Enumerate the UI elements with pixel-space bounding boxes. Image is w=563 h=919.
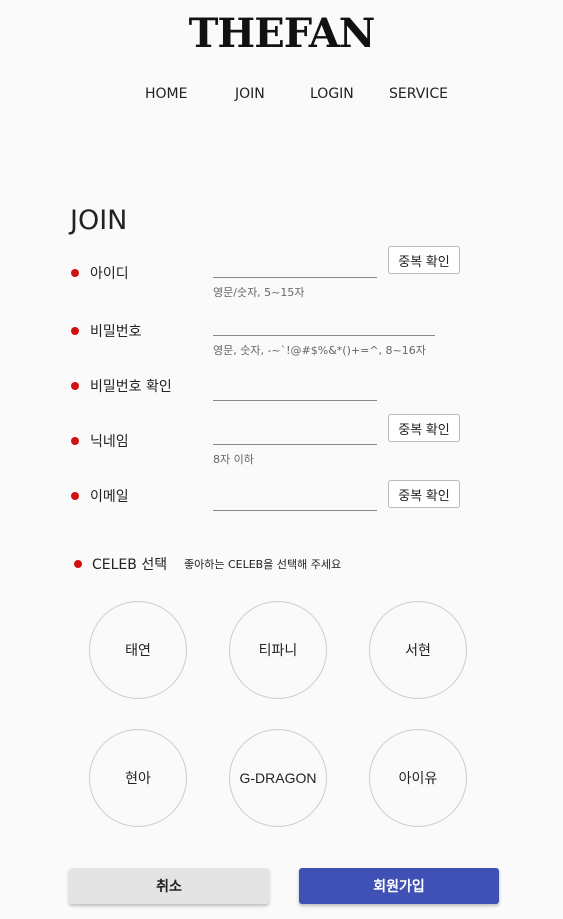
id-hint: 영문/숫자, 5~15자 xyxy=(213,286,305,299)
nav-service[interactable]: SERVICE xyxy=(389,86,448,102)
password-hint: 영문, 숫자, -~`!@#$%&*()+=^, 8~16자 xyxy=(213,344,426,357)
required-dot xyxy=(71,269,79,277)
cancel-button[interactable]: 취소 xyxy=(69,868,269,904)
password-confirm-label: 비밀번호 확인 xyxy=(90,379,172,395)
required-dot xyxy=(71,437,79,445)
required-dot xyxy=(71,492,79,500)
password-confirm-input[interactable] xyxy=(213,380,377,401)
nav-join[interactable]: JOIN xyxy=(235,86,265,102)
email-check-button[interactable]: 중복 확인 xyxy=(388,480,460,508)
main-nav: HOME JOIN LOGIN SERVICE xyxy=(0,86,563,106)
nickname-input[interactable] xyxy=(213,424,377,445)
email-label: 이메일 xyxy=(90,489,129,505)
nickname-check-button[interactable]: 중복 확인 xyxy=(388,414,460,442)
nickname-hint: 8자 이하 xyxy=(213,453,254,466)
brand-logo[interactable]: THEFAN xyxy=(0,10,563,57)
signup-button[interactable]: 회원가입 xyxy=(299,868,499,904)
celeb-subtitle: 좋아하는 CELEB을 선택해 주세요 xyxy=(184,558,342,571)
celeb-option[interactable]: 현아 xyxy=(89,729,187,827)
celeb-option[interactable]: G-DRAGON xyxy=(229,729,327,827)
celeb-option[interactable]: 태연 xyxy=(89,601,187,699)
email-input[interactable] xyxy=(213,490,377,511)
required-dot xyxy=(71,327,79,335)
celeb-option[interactable]: 서현 xyxy=(369,601,467,699)
page-title: JOIN xyxy=(70,205,128,237)
password-input[interactable] xyxy=(213,315,435,336)
required-dot xyxy=(71,382,79,390)
id-check-button[interactable]: 중복 확인 xyxy=(388,246,460,274)
celeb-option[interactable]: 티파니 xyxy=(229,601,327,699)
password-label: 비밀번호 xyxy=(90,324,142,340)
celeb-title: CELEB 선택 xyxy=(92,557,168,573)
nickname-label: 닉네임 xyxy=(90,434,129,450)
nav-login[interactable]: LOGIN xyxy=(310,86,354,102)
id-input[interactable] xyxy=(213,257,377,278)
required-dot xyxy=(74,560,82,568)
nav-home[interactable]: HOME xyxy=(145,86,187,102)
id-label: 아이디 xyxy=(90,266,129,282)
celeb-option[interactable]: 아이유 xyxy=(369,729,467,827)
